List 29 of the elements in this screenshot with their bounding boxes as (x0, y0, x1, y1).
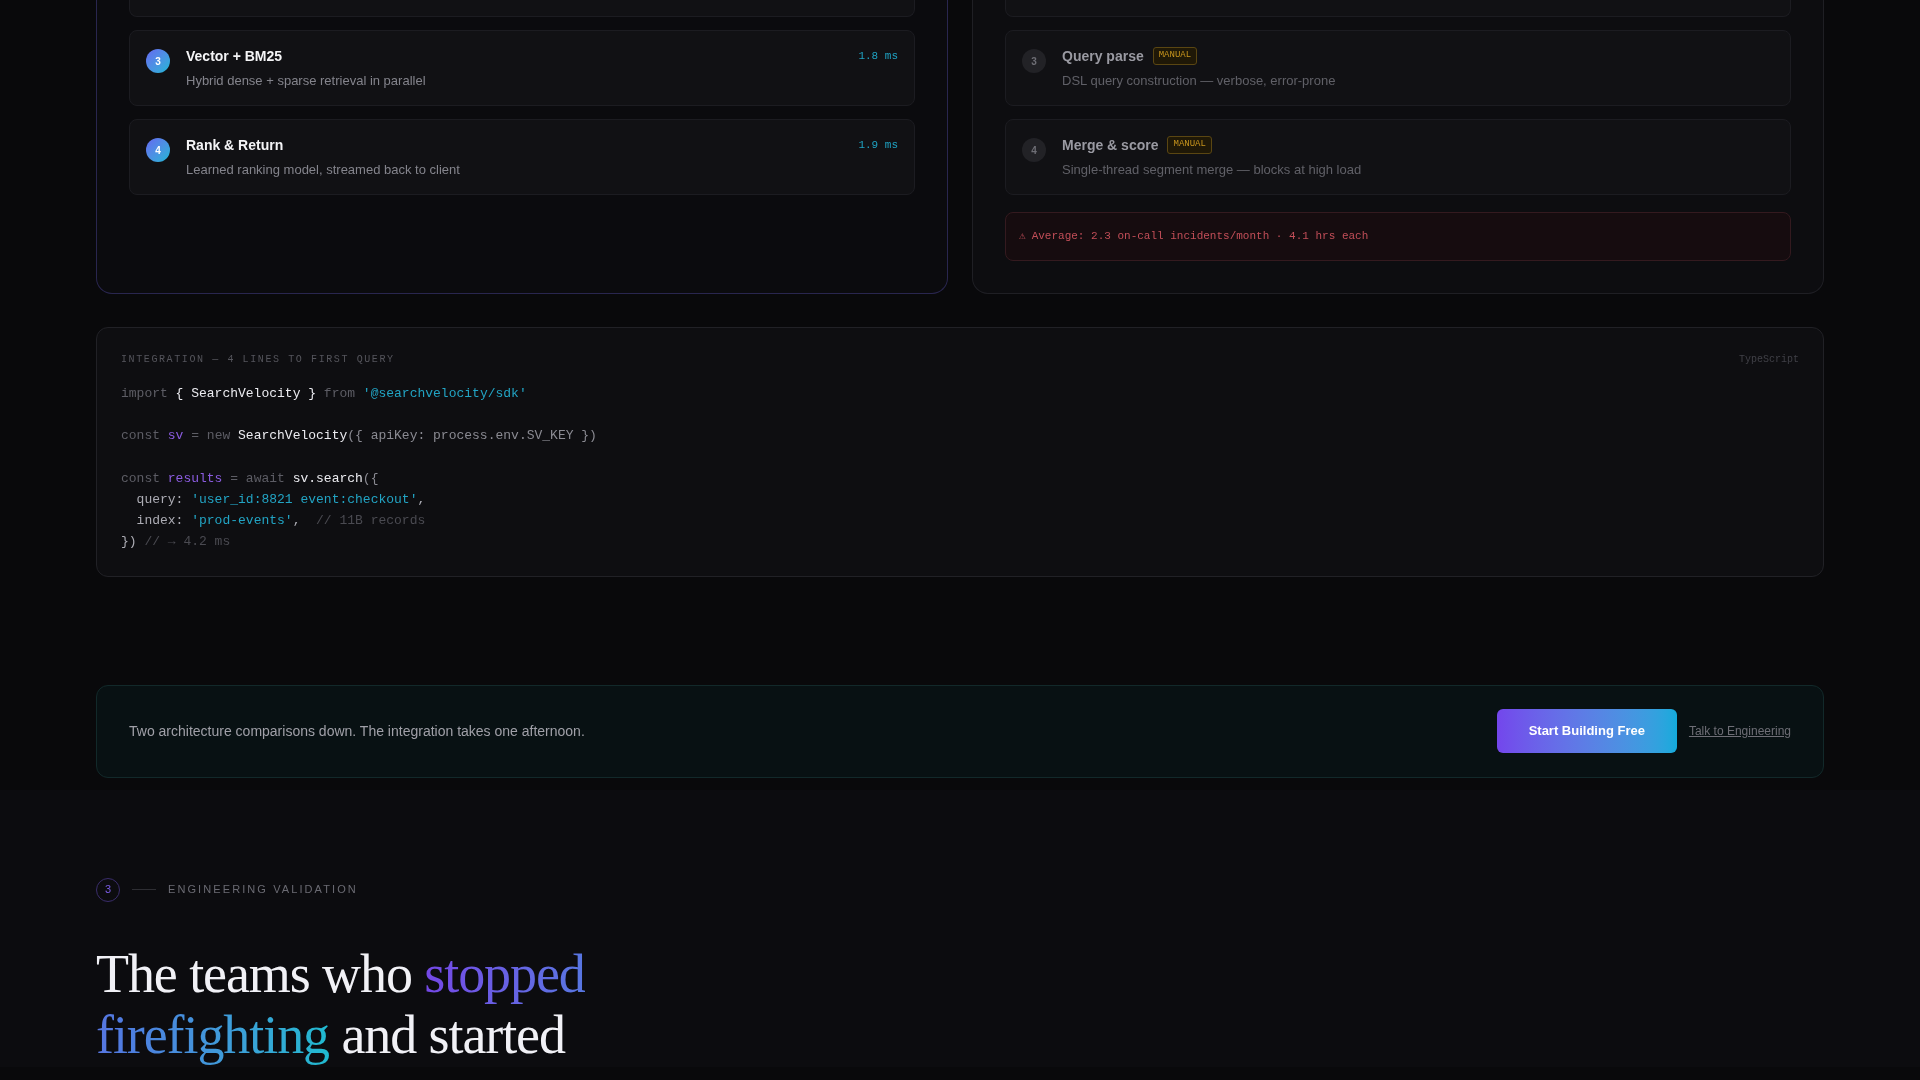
step-description: Learned ranking model, streamed back to client (186, 161, 460, 179)
step-title: Query parse (1062, 47, 1144, 66)
step-description: Hybrid dense + sparse retrieval in parallel (186, 72, 426, 90)
step-description: DSL query construction — verbose, error-prone (1062, 72, 1336, 90)
step-timing: 1.9 ms (858, 138, 898, 152)
alert-text: Average: 2.3 on-call incidents/month · 4.1 hrs each (1031, 229, 1369, 245)
code-label: INTEGRATION — 4 LINES TO FIRST QUERY (121, 353, 395, 367)
step-number: 4 (1022, 138, 1046, 162)
code-line: }) // → 4.2 ms (121, 533, 231, 552)
step-description: Single-thread segment merge — blocks at high load (1062, 161, 1362, 179)
code-line: import { SearchVelocity } from '@searchvelocity/sdk' (121, 385, 527, 403)
code-line: query: 'user_id:8821 event:checkout', (135, 491, 426, 509)
code-line: const results = await sv.search({ (121, 469, 379, 488)
start-building-button[interactable]: Start Building Free (1496, 709, 1677, 754)
step-tag: MANUAL (1167, 136, 1212, 154)
step-tag: MANUAL (1152, 47, 1198, 65)
code-line: const sv = new SearchVelocity({ apiKey: process.env.SV_KEY }) (121, 427, 597, 446)
talk-to-engineering-link[interactable]: Talk to Engineering (1688, 722, 1791, 741)
section-eyebrow: ENGINEERING VALIDATION (168, 882, 358, 898)
code-line: index: 'prod-events', // 11B records (135, 512, 426, 531)
cta-text: Two architecture comparisons down. The integration takes one afternoon. (129, 721, 585, 741)
step-number: 4 (146, 138, 170, 162)
step-title: Merge & score (1062, 136, 1159, 155)
step-timing: 1.8 ms (858, 49, 898, 63)
step-number: 3 (146, 49, 170, 73)
step-title: Vector + BM25 (186, 47, 283, 66)
step-title: Rank & Return (186, 136, 284, 155)
step-number: 3 (1022, 49, 1046, 73)
warning-icon: ⚠ (1019, 228, 1026, 245)
